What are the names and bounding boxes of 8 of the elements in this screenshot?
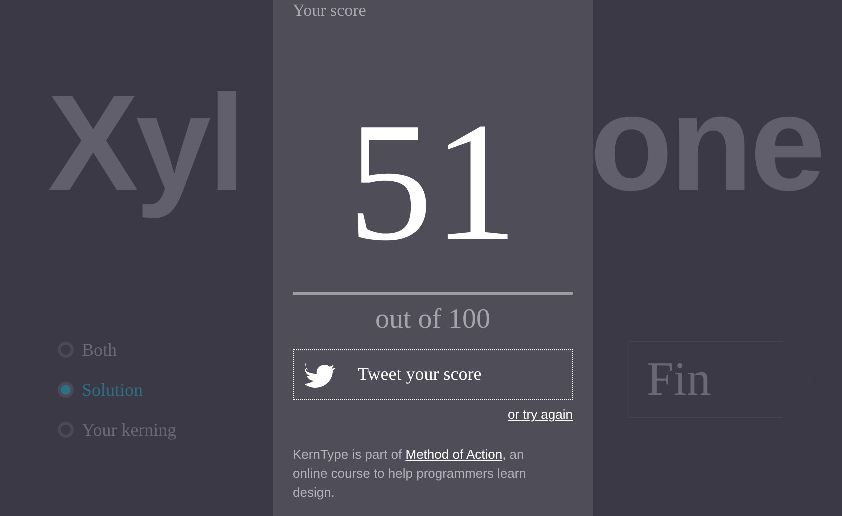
score-total: out of 100 [375,303,491,337]
score-heading: Your score [293,0,368,22]
tweet-button[interactable]: Tweet your score [293,349,573,400]
radio-option[interactable]: Solution [58,378,177,402]
footer-text: KernType is part of Method of Action, an online course to help programmers learn design. [293,446,528,502]
course-link[interactable]: Method of Action [406,446,503,462]
score-value: 51 [348,92,518,272]
try-again-link[interactable]: or try again [508,405,573,424]
